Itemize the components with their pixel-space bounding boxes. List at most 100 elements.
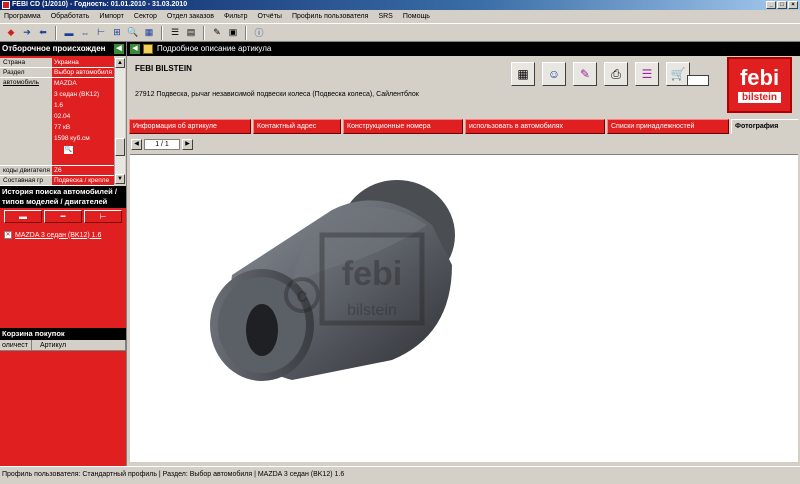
selection-label: Составная гр <box>0 176 52 185</box>
history-panel: ▬ ━ ⊢ ✕ MAZDA 3 седан (BK12) 1.6 <box>0 208 126 328</box>
detail-title: Подробное описание артикула <box>157 44 272 53</box>
selection-value: Украина <box>52 58 114 67</box>
close-button[interactable]: × <box>788 1 798 9</box>
tab-contact-address[interactable]: Контактный адрес <box>253 119 341 134</box>
parts-icon[interactable]: ⊞ <box>110 26 124 40</box>
vehicle-model: 3 седан (BK12) <box>54 91 100 98</box>
watermark-subtext: bilstein <box>347 302 397 319</box>
status-bar: Профиль пользователя: Стандартный профил… <box>0 466 800 484</box>
selection-label: Страна <box>0 58 52 67</box>
history-item[interactable]: ✕ MAZDA 3 седан (BK12) 1.6 <box>0 225 126 245</box>
selection-row-vehicle[interactable]: автомобиль MAZDA 3 седан (BK12) 1.6 02.0… <box>0 78 114 166</box>
bushing-image: febi bilstein c <box>210 180 455 381</box>
checkbox-icon[interactable]: ✕ <box>4 231 12 239</box>
toolbar-separator <box>245 25 247 40</box>
selection-value: Подвеска / крепле <box>52 176 114 185</box>
document-icon[interactable] <box>143 44 153 54</box>
cart-column-article[interactable]: Артикул <box>32 340 126 350</box>
menu-orders[interactable]: Отдел заказов <box>167 13 214 20</box>
vehicle-engine: 1.6 <box>54 102 64 109</box>
help-icon[interactable]: ⓘ <box>252 26 266 40</box>
app-icon <box>2 1 10 9</box>
tab-article-info[interactable]: Информация об артикуле <box>129 119 251 134</box>
menu-program[interactable]: Программа <box>4 13 41 20</box>
history-tab-engines[interactable]: ⊢ <box>84 210 122 223</box>
action-icons: ▦ ☺ ✎ ⎙ ☰ 🛒 <box>511 62 690 86</box>
menu-filter[interactable]: Фильтр <box>224 13 248 20</box>
photo-area: febi bilstein c <box>130 154 798 462</box>
minimize-button[interactable]: _ <box>766 1 776 9</box>
left-panel: Отборочное происхожден ◀ Страна Украина … <box>0 42 126 466</box>
vehicle-make: MAZDA <box>54 80 77 87</box>
selection-table: Страна Украина Раздел Выбор автомобиля а… <box>0 58 114 186</box>
quantity-field[interactable] <box>687 75 709 86</box>
detail-tabs: Информация об артикуле Контактный адрес … <box>129 119 799 134</box>
selection-row-group[interactable]: Составная гр Подвеска / крепле <box>0 176 114 186</box>
toolbar-separator <box>55 25 57 40</box>
scroll-thumb[interactable] <box>115 138 125 156</box>
selection-value: Z6 <box>52 166 114 175</box>
selection-value: Выбор автомобиля <box>52 68 114 77</box>
contact-person-icon[interactable]: ☺ <box>542 62 566 86</box>
table-icon[interactable]: ▣ <box>226 26 240 40</box>
logo-text: febi <box>739 65 780 90</box>
cart-panel: оличест Артикул <box>0 340 126 466</box>
maximize-button[interactable]: □ <box>777 1 787 9</box>
selection-row-engine-code[interactable]: коды двигателя Z6 <box>0 166 114 176</box>
vehicle-displacement: 1598 куб.см <box>54 135 90 142</box>
selection-row-country[interactable]: Страна Украина <box>0 58 114 68</box>
note-edit-icon[interactable]: ✎ <box>573 62 597 86</box>
history-item-label[interactable]: MAZDA 3 седан (BK12) 1.6 <box>15 232 101 239</box>
cart-column-quantity[interactable]: оличест <box>0 340 32 350</box>
arrow-left-icon[interactable]: ⬅ <box>36 26 50 40</box>
tab-vehicle-usage[interactable]: использовать в автомобилях <box>465 119 605 134</box>
pager-display: 1 / 1 <box>144 139 180 150</box>
toolbar-separator <box>203 25 205 40</box>
list-edit-icon[interactable]: ☰ <box>635 62 659 86</box>
article-description: 27912 Подвеска, рычаг независимой подвес… <box>135 91 419 98</box>
vehicle-info-icon[interactable]: 🔍 <box>64 146 73 154</box>
window-controls: _ □ × <box>766 1 798 9</box>
link-icon[interactable]: ⊢ <box>94 26 108 40</box>
print-icon[interactable]: ⎙ <box>604 62 628 86</box>
history-tab-vehicles[interactable]: ▬ <box>4 210 42 223</box>
selection-label: Раздел <box>0 68 52 77</box>
selection-scrollbar[interactable]: ▲ ▼ <box>114 58 125 184</box>
arrow-right-icon[interactable]: ➔ <box>20 26 34 40</box>
list-icon[interactable]: ☰ <box>168 26 182 40</box>
document-icon[interactable]: ▤ <box>184 26 198 40</box>
edit-icon[interactable]: ✎ <box>210 26 224 40</box>
menu-srs[interactable]: SRS <box>378 13 392 20</box>
nav-back-icon[interactable]: ◀ <box>130 44 140 54</box>
search-icon[interactable]: 🔍 <box>126 26 140 40</box>
vehicle-year: 02.04 <box>54 113 71 120</box>
detail-panel: ◀ Подробное описание артикула FEBI BILST… <box>126 42 800 466</box>
back-icon[interactable]: ◆ <box>4 26 18 40</box>
axle-icon[interactable]: ⇔ <box>78 26 92 40</box>
toolbar: ◆ ➔ ⬅ ▬ ⇔ ⊢ ⊞ 🔍 ▦ ☰ ▤ ✎ ▣ ⓘ <box>0 23 800 42</box>
selection-value-vehicle: MAZDA 3 седан (BK12) 1.6 02.04 77 кВ 159… <box>52 78 114 165</box>
pager-next-icon[interactable]: ▶ <box>182 139 193 150</box>
history-tab-models[interactable]: ━ <box>44 210 82 223</box>
menu-import[interactable]: Импорт <box>99 13 123 20</box>
logo-subtext: bilstein <box>737 92 781 103</box>
vehicle-icon[interactable]: ▬ <box>62 26 76 40</box>
selection-row-section[interactable]: Раздел Выбор автомобиля <box>0 68 114 78</box>
menu-sector[interactable]: Сектор <box>134 13 157 20</box>
scroll-up-icon[interactable]: ▲ <box>115 58 125 68</box>
grid-icon[interactable]: ▦ <box>142 26 156 40</box>
menu-process[interactable]: Обработать <box>51 13 90 20</box>
tab-construction-numbers[interactable]: Конструкционные номера <box>343 119 463 134</box>
collapse-icon[interactable]: ◀ <box>114 44 124 54</box>
menu-help[interactable]: Помощь <box>403 13 430 20</box>
cart-header: Корзина покупок <box>0 328 126 340</box>
cart-columns: оличест Артикул <box>0 340 126 351</box>
menu-reports[interactable]: Отчёты <box>258 13 282 20</box>
calculator-icon[interactable]: ▦ <box>511 62 535 86</box>
tab-photo[interactable]: Фотография <box>731 119 799 134</box>
tab-accessory-lists[interactable]: Списки принадлежностей <box>607 119 729 134</box>
pager-prev-icon[interactable]: ◀ <box>131 139 142 150</box>
menu-user-profile[interactable]: Профиль пользователя <box>292 13 369 20</box>
scroll-down-icon[interactable]: ▼ <box>115 174 125 184</box>
brand-name: FEBI BILSTEIN <box>135 64 192 73</box>
